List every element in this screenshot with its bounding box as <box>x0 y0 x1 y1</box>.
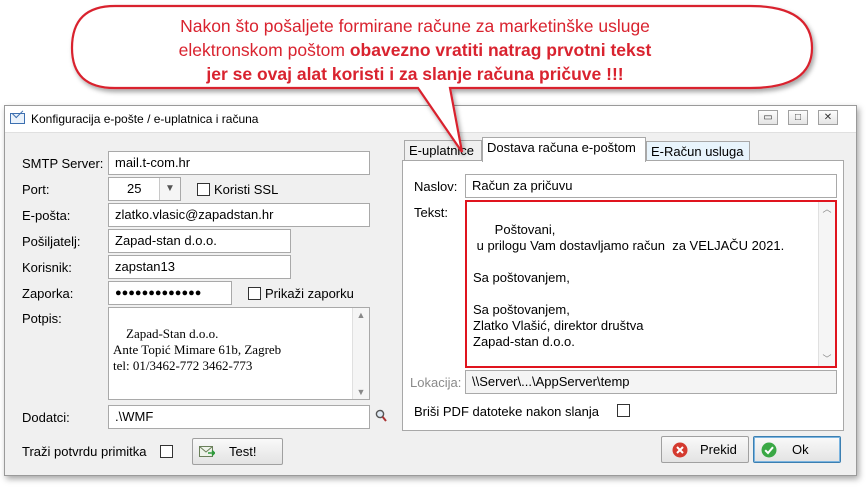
delete-pdf-checkbox[interactable] <box>617 404 630 417</box>
message-value: Poštovani, u prilogu Vam dostavljamo rač… <box>473 222 785 349</box>
callout-line-3: jer se ovaj alat koristi i za slanje rač… <box>95 62 735 86</box>
check-icon <box>761 442 777 458</box>
cancel-button[interactable]: Prekid <box>661 436 749 463</box>
signature-value: Zapad-Stan d.o.o. Ante Topić Mimare 61b,… <box>113 326 282 373</box>
signature-label: Potpis: <box>22 311 62 326</box>
email-label: E-pošta: <box>22 208 71 223</box>
delete-pdf-label: Briši PDF datoteke nakon slanja <box>414 404 599 419</box>
search-icon[interactable] <box>375 409 387 423</box>
signature-textarea[interactable]: Zapad-Stan d.o.o. Ante Topić Mimare 61b,… <box>108 307 370 400</box>
scroll-up-icon[interactable]: ︿ <box>819 202 835 216</box>
send-mail-icon <box>199 445 217 458</box>
receipt-checkbox[interactable] <box>160 445 173 458</box>
callout-line-2-bold: obavezno vratiti natrag prvotni tekst <box>349 40 652 60</box>
message-textarea[interactable]: Poštovani, u prilogu Vam dostavljamo rač… <box>465 200 837 368</box>
port-label: Port: <box>22 182 50 197</box>
subject-input[interactable]: Račun za pričuvu <box>465 174 837 198</box>
ok-button-label: Ok <box>792 442 809 457</box>
chevron-down-icon[interactable]: ▼ <box>159 178 180 200</box>
ok-button[interactable]: Ok <box>753 436 841 463</box>
scroll-up-icon[interactable]: ▲ <box>353 308 369 322</box>
callout-text: Nakon što pošaljete formirane račune za … <box>95 14 735 86</box>
attachments-label: Dodatci: <box>22 410 70 425</box>
port-value: 25 <box>127 181 142 196</box>
cancel-button-label: Prekid <box>700 442 737 457</box>
callout-line-3-bold: jer se ovaj alat koristi i za slanje rač… <box>206 64 624 84</box>
callout-line-2: elektronskom poštom obavezno vratiti nat… <box>95 38 735 62</box>
message-scrollbar[interactable]: ︿ ﹀ <box>818 202 835 366</box>
user-input[interactable]: zapstan13 <box>108 255 291 279</box>
email-input[interactable]: zlatko.vlasic@zapadstan.hr <box>108 203 370 227</box>
test-button-label: Test! <box>229 444 257 459</box>
callout-line-2-normal: elektronskom poštom <box>178 40 350 60</box>
location-input[interactable]: \\Server\...\AppServer\temp <box>465 370 837 394</box>
password-label: Zaporka: <box>22 286 74 301</box>
callout-line-1: Nakon što pošaljete formirane račune za … <box>180 16 650 36</box>
show-password-label: Prikaži zaporku <box>265 286 354 301</box>
sender-input[interactable]: Zapad-stan d.o.o. <box>108 229 291 253</box>
attachments-input[interactable]: .\WMF <box>108 405 370 429</box>
text-label: Tekst: <box>414 205 448 220</box>
password-input[interactable]: ●●●●●●●●●●●●● <box>108 281 232 305</box>
tab-panel: Naslov: Račun za pričuvu Tekst: Poštovan… <box>402 160 844 431</box>
ssl-label: Koristi SSL <box>214 182 279 197</box>
scroll-down-icon[interactable]: ▼ <box>353 385 369 399</box>
show-password-checkbox[interactable] <box>248 287 261 300</box>
port-select[interactable]: 25 ▼ <box>108 177 181 201</box>
ssl-checkbox[interactable] <box>197 183 210 196</box>
user-label: Korisnik: <box>22 260 72 275</box>
signature-scrollbar[interactable]: ▲ ▼ <box>352 308 369 399</box>
subject-label: Naslov: <box>414 179 458 194</box>
test-button[interactable]: Test! <box>192 438 283 465</box>
location-label: Lokacija: <box>410 375 462 390</box>
config-window: Konfiguracija e-pošte / e-uplatnica i ra… <box>4 105 857 476</box>
sender-label: Pošiljatelj: <box>22 234 81 249</box>
scroll-down-icon[interactable]: ﹀ <box>819 352 835 366</box>
cancel-icon <box>672 442 688 458</box>
receipt-label: Traži potvrdu primitka <box>22 444 147 459</box>
